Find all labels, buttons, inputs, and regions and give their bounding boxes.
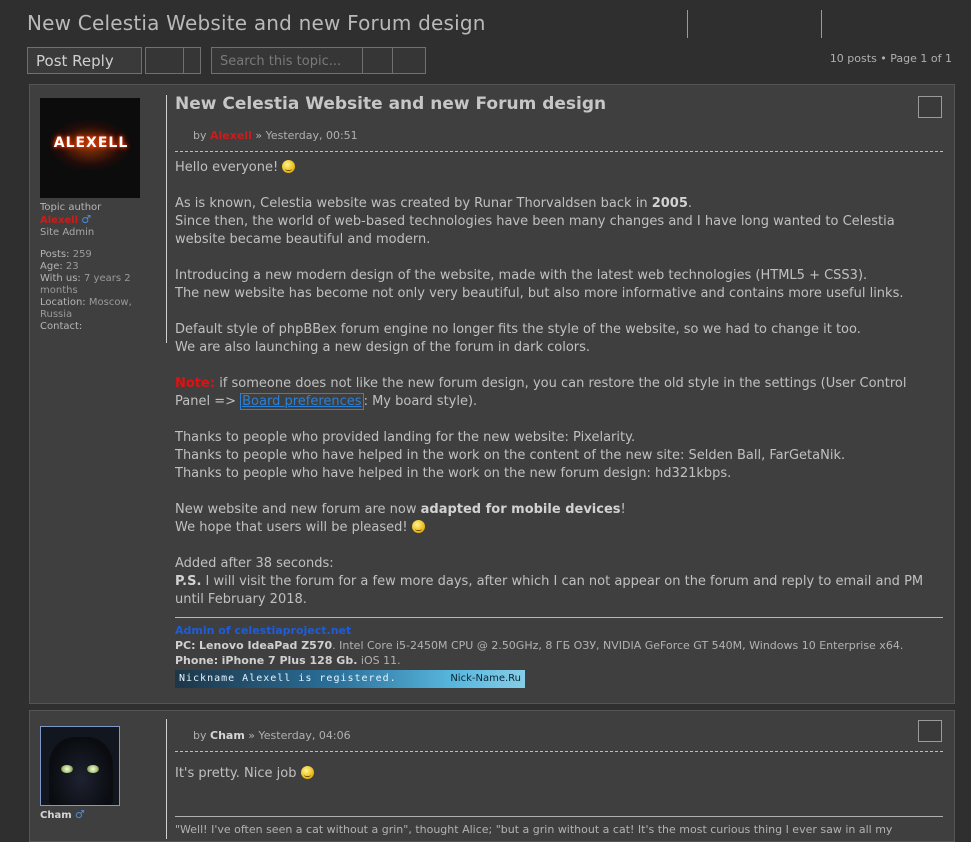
- profile-username[interactable]: Alexell: [40, 215, 78, 226]
- banner-brand: Nick-Name.Ru: [450, 673, 521, 684]
- avatar[interactable]: ALEXELL: [40, 98, 140, 198]
- profile-username[interactable]: Cham: [40, 810, 72, 821]
- text: : My board style).: [363, 394, 478, 409]
- text: !: [620, 502, 626, 517]
- text: Thanks to people who have helped in the …: [175, 448, 846, 463]
- divider: [392, 48, 393, 73]
- search-topic-input[interactable]: [212, 48, 372, 75]
- divider: [175, 816, 943, 817]
- signature: Admin of celestiaproject.net PC: Lenovo …: [175, 623, 943, 688]
- header-divider: [687, 10, 688, 38]
- text: Thanks to people who provided landing fo…: [175, 430, 636, 445]
- pagination-info: 10 posts • Page 1 of 1: [829, 52, 952, 65]
- text: I will visit the forum for a few more da…: [175, 574, 924, 607]
- avatar-logo: ALEXELL: [53, 135, 129, 151]
- ps-label: P.S.: [175, 574, 202, 589]
- text: Added after 38 seconds:: [175, 556, 334, 571]
- text: iPhone 7 Plus 128 Gb.: [221, 654, 358, 667]
- text: .: [687, 196, 693, 211]
- text: The new website has become not only very…: [175, 286, 904, 301]
- user-rank: Topic author: [40, 202, 102, 213]
- cat-eye: [87, 765, 99, 773]
- stat-posts[interactable]: 259: [73, 249, 92, 260]
- text: Since then, the world of web-based techn…: [175, 214, 895, 247]
- post: Cham ♂ by Cham » Yesterday, 04:06 It's p…: [29, 710, 955, 842]
- quote-button[interactable]: [918, 96, 942, 118]
- text: Introducing a new modern design of the w…: [175, 268, 868, 283]
- post-time: » Yesterday, 04:06: [248, 729, 351, 742]
- text: PC:: [175, 639, 196, 652]
- signature-admin-link[interactable]: Admin of celestiaproject.net: [175, 623, 943, 638]
- board-preferences-link[interactable]: Board preferences: [240, 393, 364, 410]
- topic-title[interactable]: New Celestia Website and new Forum desig…: [27, 11, 486, 35]
- text: We hope that users will be pleased!: [175, 520, 408, 535]
- post-body: New Celestia Website and new Forum desig…: [175, 94, 943, 688]
- post-time: » Yesterday, 00:51: [255, 129, 358, 142]
- divider: [175, 151, 943, 152]
- post-author[interactable]: Alexell: [210, 129, 252, 142]
- post-author[interactable]: Cham: [210, 729, 245, 742]
- post-reply-button[interactable]: Post Reply: [27, 47, 142, 74]
- text: Hello everyone!: [175, 160, 279, 175]
- smile-icon: [300, 766, 314, 779]
- text: adapted for mobile devices: [420, 502, 621, 517]
- post-author-line: by Alexell » Yesterday, 00:51: [193, 129, 943, 142]
- text: As is known, Celestia website was create…: [175, 196, 648, 211]
- nickname-banner[interactable]: Nickname Alexell is registered. Nick-Nam…: [175, 670, 525, 688]
- post-content: Hello everyone! As is known, Celestia we…: [175, 159, 943, 609]
- male-icon: ♂: [74, 808, 85, 821]
- stat-label: Age:: [40, 261, 63, 272]
- wink-icon: [411, 520, 425, 533]
- post: ALEXELL Topic author Alexell ♂ Site Admi…: [29, 84, 955, 704]
- text: New website and new forum are now: [175, 502, 417, 517]
- cat-eye: [61, 765, 73, 773]
- divider: [175, 617, 943, 618]
- user-group: Site Admin: [40, 227, 95, 238]
- male-icon: ♂: [81, 213, 92, 226]
- divider: [166, 95, 167, 343]
- banner-text: Nickname Alexell is registered.: [179, 673, 397, 684]
- divider: [183, 48, 184, 73]
- profile-details: Posts: 259 Age: 23 With us: 7 years 2 mo…: [40, 249, 166, 333]
- smile-icon: [282, 160, 296, 173]
- stat-label: With us:: [40, 273, 81, 284]
- text: 2005: [651, 196, 688, 211]
- text: It's pretty. Nice job: [175, 766, 297, 781]
- post-author-line: by Cham » Yesterday, 04:06: [193, 729, 943, 742]
- cat-image: [49, 737, 113, 805]
- text: . Intel Core i5-2450M CPU @ 2.50GHz, 8 Г…: [332, 639, 904, 652]
- header-divider: [821, 10, 822, 38]
- by-label: by: [193, 129, 207, 142]
- search-topic-box: [211, 47, 426, 75]
- post-profile: Cham ♂: [40, 726, 166, 822]
- text: Lenovo IdeaPad Z570: [199, 639, 333, 652]
- avatar[interactable]: [40, 726, 120, 806]
- divider: [362, 48, 363, 73]
- post-content: It's pretty. Nice job: [175, 765, 943, 783]
- post-profile: ALEXELL Topic author Alexell ♂ Site Admi…: [40, 98, 166, 333]
- by-label: by: [193, 729, 207, 742]
- quote-button[interactable]: [918, 720, 942, 742]
- divider: [175, 751, 943, 752]
- stat-label: Location:: [40, 297, 86, 308]
- divider: [166, 719, 167, 839]
- stat-age: 23: [65, 261, 79, 272]
- post-title[interactable]: New Celestia Website and new Forum desig…: [175, 94, 943, 114]
- text: We are also launching a new design of th…: [175, 340, 591, 355]
- text: Phone:: [175, 654, 219, 667]
- text: Default style of phpBBex forum engine no…: [175, 322, 861, 337]
- note-label: Note:: [175, 376, 216, 391]
- stat-label: Contact:: [40, 321, 83, 332]
- text: iOS 11.: [357, 654, 401, 667]
- stat-label: Posts:: [40, 249, 70, 260]
- text: Thanks to people who have helped in the …: [175, 466, 732, 481]
- topic-tools-button[interactable]: [145, 47, 201, 74]
- post-body: by Cham » Yesterday, 04:06 It's pretty. …: [175, 720, 943, 836]
